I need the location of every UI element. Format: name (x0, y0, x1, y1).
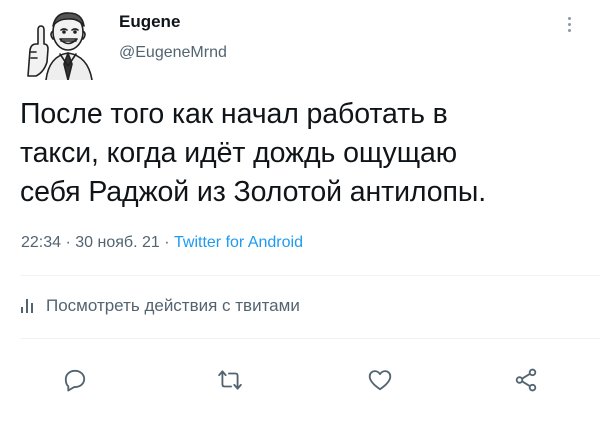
display-name[interactable]: Eugene (119, 12, 180, 32)
meta-separator: · (65, 234, 71, 251)
retweet-button[interactable] (212, 362, 248, 398)
tweet-source-link[interactable]: Twitter for Android (174, 234, 303, 251)
tweet-line: После того как начал работать в (20, 98, 448, 130)
more-vertical-icon[interactable] (562, 14, 576, 38)
view-activity-button[interactable]: Посмотреть действия с твитами (20, 296, 300, 316)
meta-separator: · (164, 234, 170, 251)
tweet-date[interactable]: 30 нояб. 21 (75, 234, 160, 251)
heart-icon (368, 370, 392, 391)
tweet-line: такси, когда идёт дождь ощущаю (20, 137, 458, 169)
divider (20, 275, 600, 276)
like-button[interactable] (362, 362, 398, 398)
share-button[interactable] (508, 362, 544, 398)
view-activity-label: Посмотреть действия с твитами (46, 296, 300, 315)
share-icon (515, 368, 537, 392)
comment-icon (64, 369, 86, 392)
retweet-icon (218, 370, 242, 390)
tweet-time[interactable]: 22:34 (21, 234, 61, 251)
tweet-actions (0, 362, 600, 402)
tweet-line: себя Раджой из Золотой антилопы. (20, 176, 487, 208)
bar-chart-icon (20, 299, 34, 313)
tweet-meta: 22:34 · 30 нояб. 21 · Twitter for Androi… (21, 234, 303, 252)
user-handle[interactable]: @EugeneMrnd (119, 44, 227, 62)
tweet-text: После того как начал работать в такси, к… (20, 95, 590, 212)
avatar[interactable] (16, 6, 102, 81)
reply-button[interactable] (57, 362, 93, 398)
divider (20, 338, 600, 339)
